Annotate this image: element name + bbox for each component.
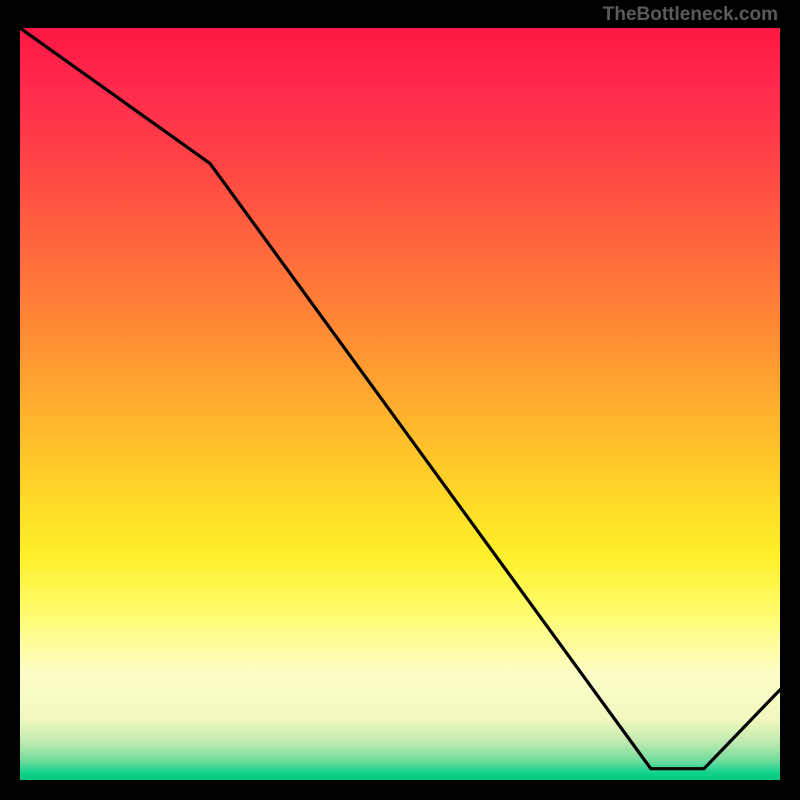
- chart-plot-area: [20, 28, 780, 780]
- chart-line-path: [20, 28, 780, 769]
- chart-line-svg: [20, 28, 780, 780]
- watermark-text: TheBottleneck.com: [603, 4, 778, 26]
